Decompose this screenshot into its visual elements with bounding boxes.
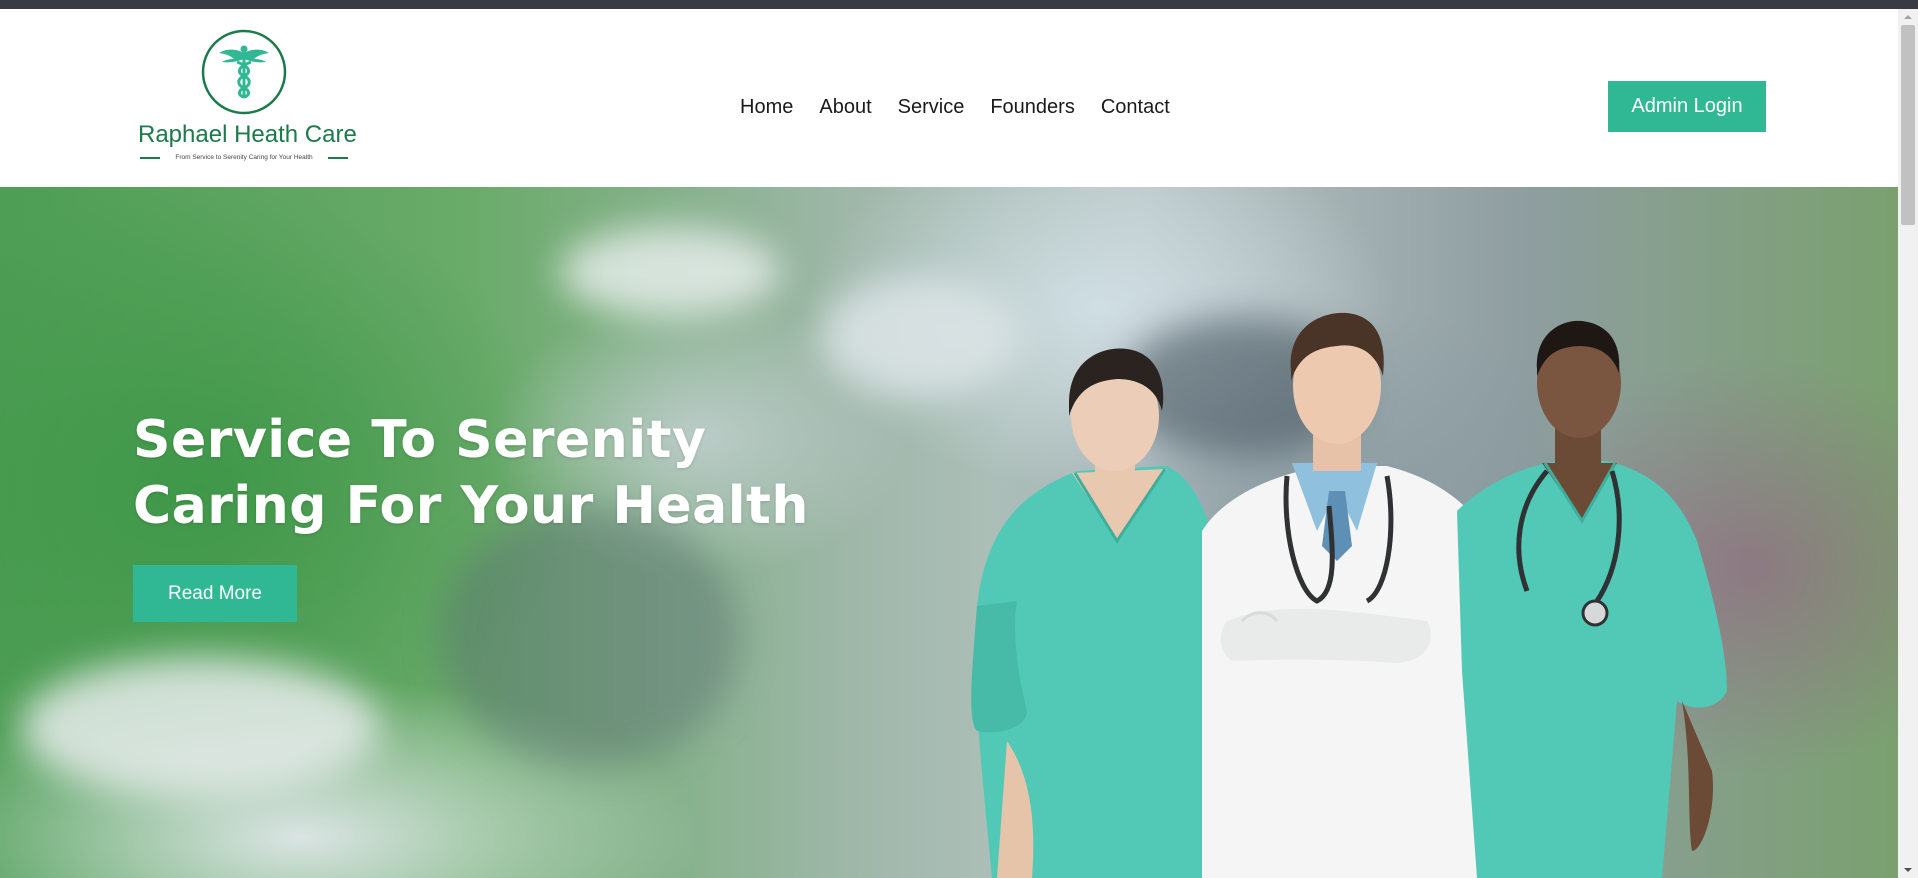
nav-link-founders[interactable]: Founders [977, 87, 1088, 127]
site-logo[interactable]: Raphael Heath Care From Service to Seren… [138, 29, 357, 171]
read-more-button[interactable]: Read More [133, 565, 297, 622]
background-light-fixture [560, 227, 780, 317]
page-scrollbar[interactable] [1898, 9, 1918, 878]
hero-banner: Service To Serenity Caring For Your Heal… [0, 187, 1898, 878]
hero-title-line-2: Caring For Your Health [133, 476, 809, 536]
background-bed [20, 657, 380, 797]
brand-tagline: From Service to Serenity Caring for Your… [175, 154, 313, 161]
brand-tagline-row: From Service to Serenity Caring for Your… [140, 151, 348, 165]
scroll-down-arrow-icon[interactable] [1898, 862, 1918, 878]
caduceus-icon [201, 29, 287, 115]
scrollbar-thumb[interactable] [1901, 25, 1915, 225]
nav-link-home[interactable]: Home [730, 87, 806, 127]
nurse-left-figure [971, 348, 1220, 878]
main-nav: Home About Service Founders Contact [730, 87, 1183, 127]
tagline-divider-left [140, 157, 160, 159]
nav-link-contact[interactable]: Contact [1088, 87, 1183, 127]
nav-link-about[interactable]: About [806, 87, 884, 127]
hero-title-line-1: Service To Serenity [133, 410, 707, 470]
nurse-right-figure [1457, 320, 1727, 878]
scroll-up-arrow-icon[interactable] [1898, 9, 1918, 25]
hero-title: Service To Serenity Caring For Your Heal… [133, 407, 853, 539]
tagline-divider-right [328, 157, 348, 159]
doctor-center-figure [1202, 312, 1502, 878]
site-header: Raphael Heath Care From Service to Seren… [0, 9, 1898, 187]
browser-top-bar [0, 0, 1918, 9]
doctors-group-image [971, 312, 1727, 878]
brand-name: Raphael Heath Care [138, 121, 357, 148]
background-equipment [440, 507, 740, 767]
admin-login-button[interactable]: Admin Login [1608, 81, 1766, 132]
nav-link-service[interactable]: Service [885, 87, 978, 127]
